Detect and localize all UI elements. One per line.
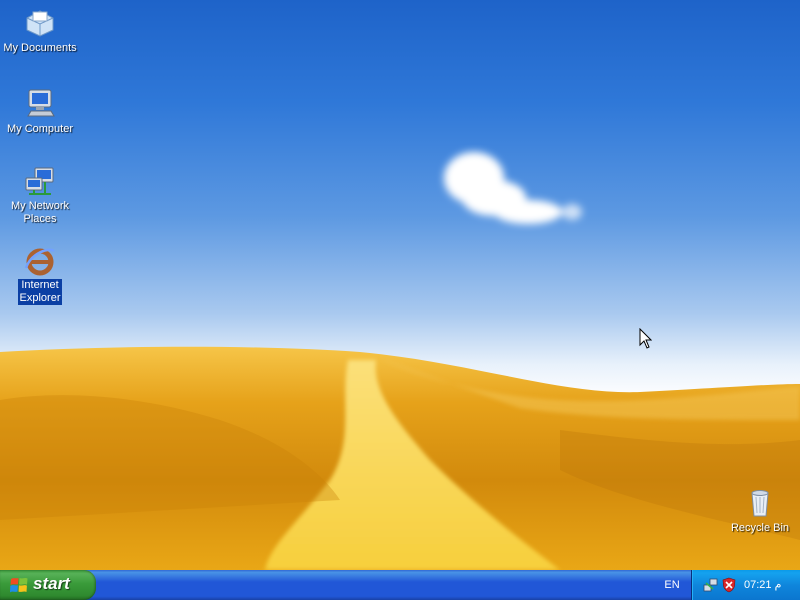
desktop-icon-my-documents[interactable]: My Documents [2, 6, 78, 56]
start-label: start [33, 574, 70, 593]
language-indicator[interactable]: EN [658, 577, 686, 593]
desktop[interactable]: My Documents My Computer My Network Plac… [0, 0, 800, 570]
desktop-icon-label: Internet Explorer [18, 279, 62, 305]
start-button[interactable]: start [0, 570, 96, 600]
recycle-bin-icon [751, 490, 769, 517]
wallpaper-field [0, 346, 800, 570]
my-documents-icon [26, 10, 54, 37]
desktop-icon-my-computer[interactable]: My Computer [2, 87, 78, 137]
network-tray-icon[interactable] [703, 577, 719, 593]
desktop-icon-label: Recycle Bin [730, 522, 790, 534]
desktop-icon-label: My Network Places [10, 200, 70, 225]
mouse-cursor-icon [639, 328, 652, 349]
my-computer-icon [27, 89, 55, 117]
network-places-icon [25, 167, 54, 195]
desktop-icon-label: My Documents [3, 42, 77, 54]
security-shield-icon[interactable] [721, 577, 737, 593]
desktop-icon-recycle-bin[interactable]: Recycle Bin [722, 486, 798, 536]
windows-flag-icon [10, 577, 28, 593]
desktop-icon-internet-explorer[interactable]: Internet Explorer [2, 245, 78, 306]
taskbar-clock[interactable]: 07:21 م [744, 577, 781, 593]
desktop-icon-label: My Computer [6, 123, 74, 135]
desktop-icon-my-network-places[interactable]: My Network Places [2, 166, 78, 227]
internet-explorer-icon [24, 248, 55, 276]
